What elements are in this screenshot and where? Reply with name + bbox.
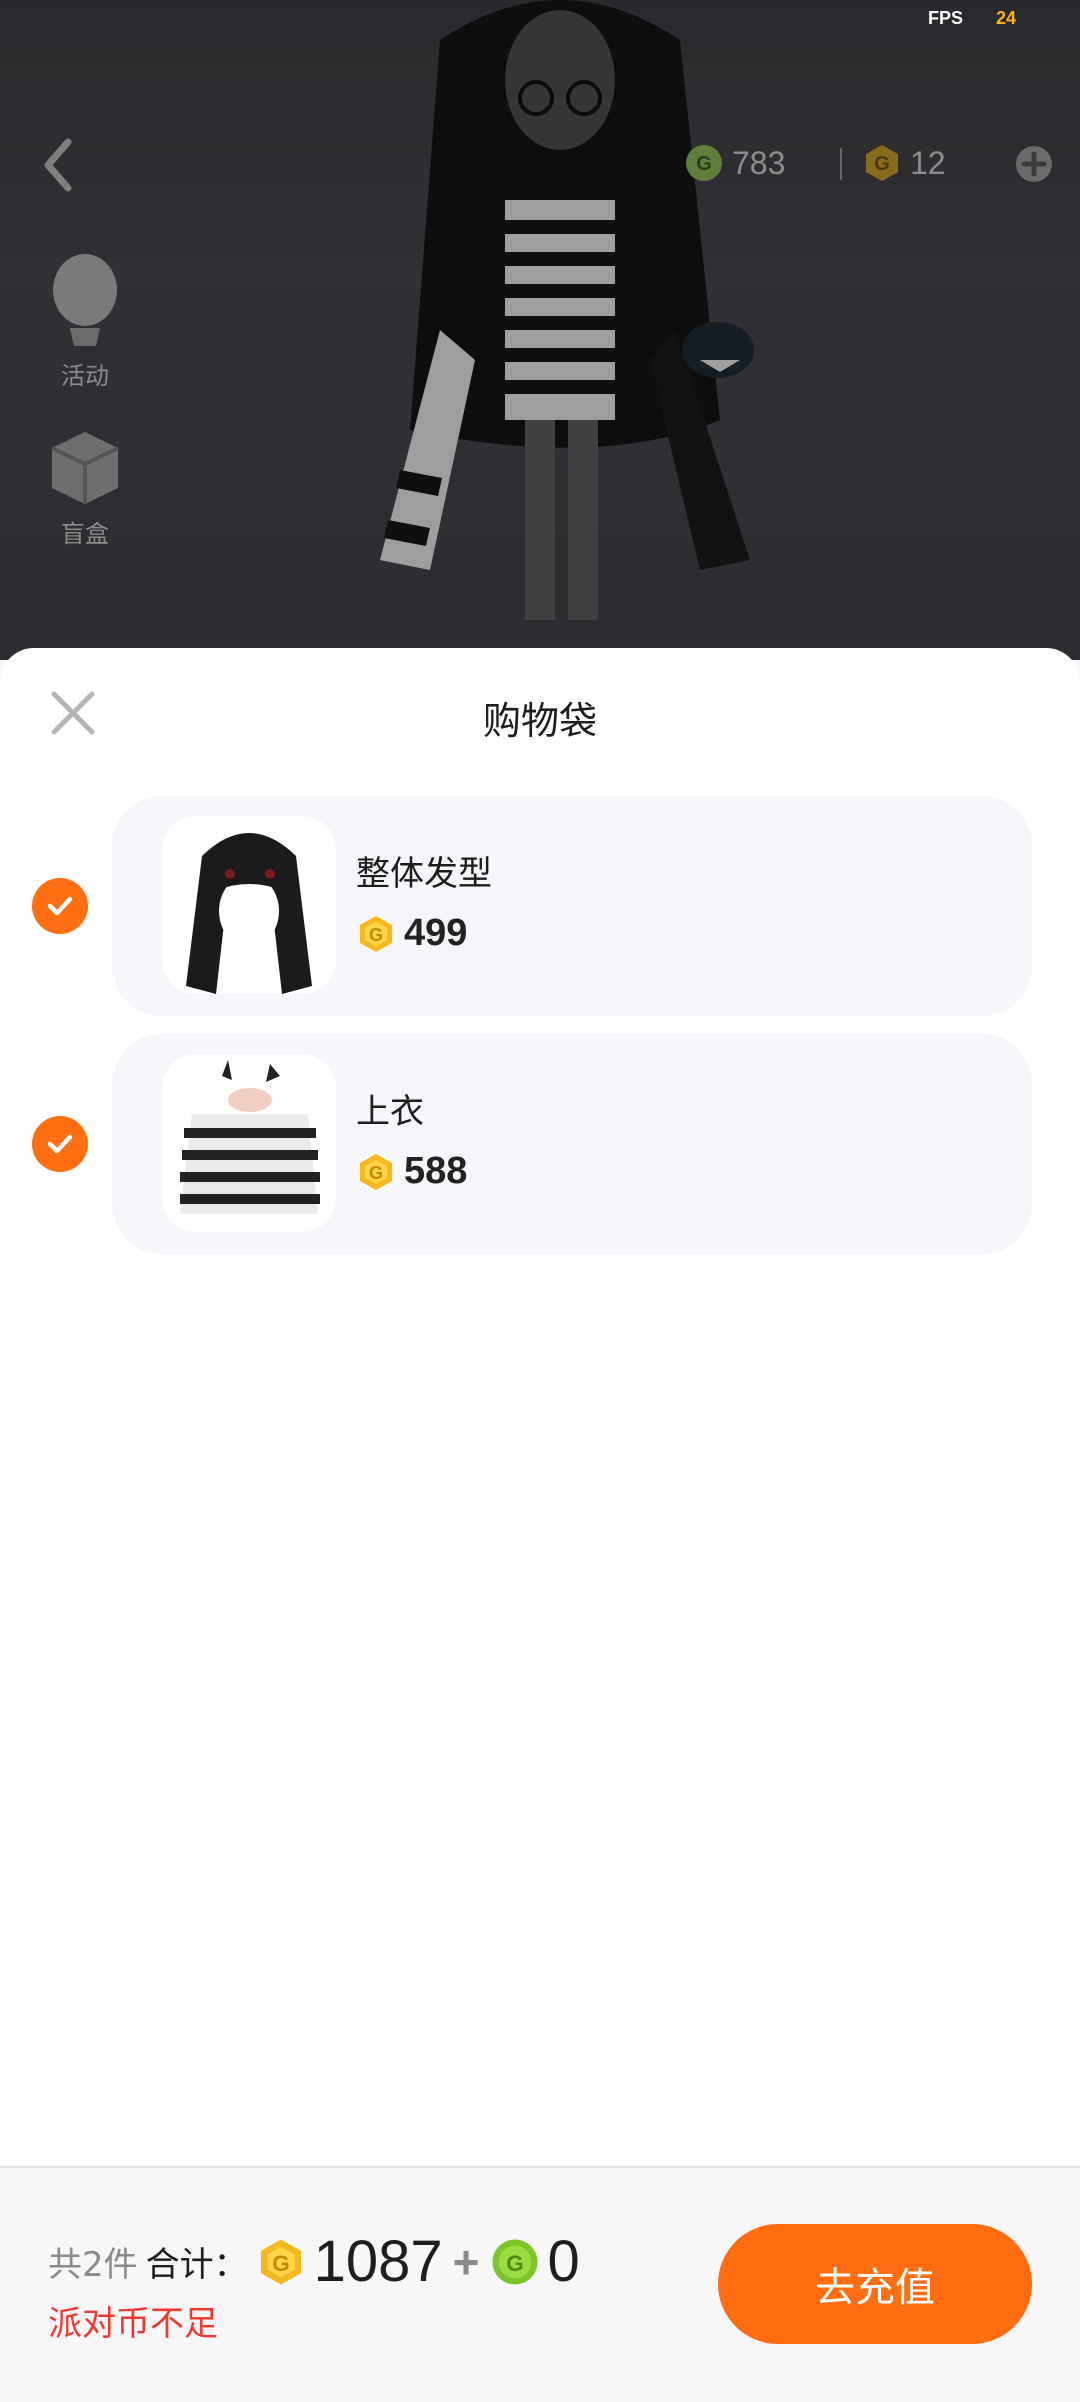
avatar-scene: FPS 24 G 783 G 12 活动 盲盒 — [0, 0, 1080, 660]
fps-label: FPS — [928, 8, 964, 28]
item-card[interactable]: 上衣 G 588 — [112, 1034, 1032, 1254]
shopping-bag-sheet: 购物袋 整体发型 G 499 上衣 G 588 — [0, 648, 1080, 2168]
item-card[interactable]: 整体发型 G 499 — [112, 796, 1032, 1016]
green-coin-icon: G — [492, 2239, 538, 2284]
side-item-blind-box[interactable]: 盲盒 — [30, 418, 140, 549]
blind-box-icon — [51, 432, 119, 504]
sum-label: 合计： — [145, 2245, 248, 2285]
svg-text:G: G — [369, 925, 383, 945]
svg-text:G: G — [696, 153, 712, 175]
gold-total: 1087 — [313, 2229, 443, 2294]
gold-coin-icon: G — [360, 1153, 392, 1190]
insufficient-warning: 派对币不足 — [48, 2304, 218, 2344]
total-row: 共2件 合计： G 1087 + G 0 — [48, 2228, 580, 2295]
green-coin-icon: G — [686, 145, 722, 181]
gold-coin-icon: G — [866, 145, 898, 181]
item-name: 整体发型 — [356, 854, 492, 894]
currency-divider — [840, 148, 842, 180]
hairstyle-thumbnail — [162, 816, 336, 994]
check-icon — [47, 896, 73, 916]
item-count: 共2件 — [48, 2245, 138, 2285]
back-button[interactable] — [34, 130, 84, 200]
bag-item: 上衣 G 588 — [0, 1034, 1080, 1254]
svg-text:G: G — [272, 2250, 290, 2275]
side-item-label: 活动 — [61, 362, 109, 390]
striped-top-thumbnail — [162, 1054, 336, 1232]
scene-overlay — [0, 0, 1080, 660]
item-name: 上衣 — [356, 1092, 424, 1132]
item-price: G 588 — [356, 1150, 467, 1193]
green-coin-balance: G 783 — [684, 140, 785, 186]
svg-text:G: G — [506, 2250, 524, 2275]
check-icon — [47, 1134, 73, 1154]
hot-air-balloon-icon — [53, 254, 117, 346]
bag-item: 整体发型 G 499 — [0, 796, 1080, 1016]
side-item-label: 盲盒 — [61, 520, 109, 548]
svg-text:G: G — [369, 1163, 383, 1183]
svg-text:G: G — [874, 153, 890, 175]
gold-coin-balance: G 12 — [862, 140, 946, 186]
sheet-title: 购物袋 — [482, 699, 597, 743]
item-checkbox[interactable] — [32, 878, 88, 934]
recharge-button[interactable]: 去充值 — [718, 2224, 1032, 2344]
item-checkbox[interactable] — [32, 1116, 88, 1172]
chevron-left-icon — [44, 138, 72, 192]
side-item-activity[interactable]: 活动 — [30, 250, 140, 391]
fps-value: 24 — [996, 8, 1017, 28]
gold-coin-icon: G — [360, 915, 392, 952]
plus-circle-icon — [1016, 146, 1052, 182]
add-currency-button[interactable] — [1014, 144, 1054, 188]
green-total: 0 — [547, 2229, 580, 2294]
checkout-bar: 共2件 合计： G 1087 + G 0 派对币不足 去充值 — [0, 2166, 1080, 2402]
plus-sign: + — [452, 2235, 480, 2288]
item-price: G 499 — [356, 912, 467, 955]
gold-coin-icon: G — [260, 2239, 301, 2284]
